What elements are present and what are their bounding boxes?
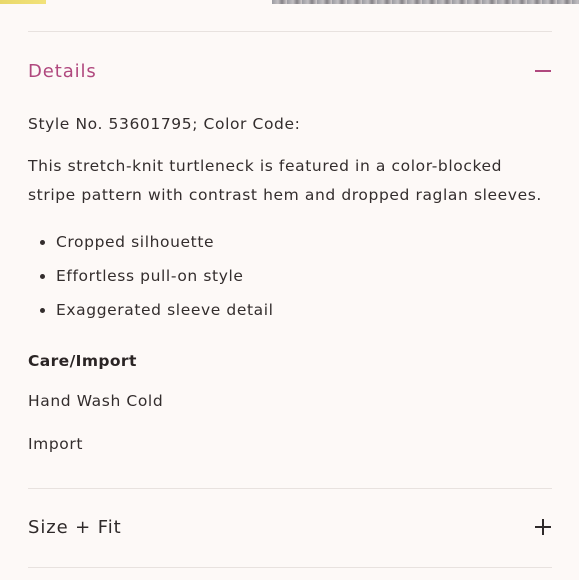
minus-icon[interactable] [534, 62, 552, 80]
care-import-heading: Care/Import [28, 352, 137, 370]
size-fit-title: Size + Fit [28, 516, 122, 538]
plus-icon[interactable] [534, 518, 552, 536]
details-title: Details [28, 60, 97, 82]
divider-top [28, 31, 552, 32]
product-thumbnail-right[interactable] [272, 0, 579, 4]
divider-middle [28, 488, 552, 489]
feature-item: Cropped silhouette [28, 229, 552, 263]
size-fit-accordion-header[interactable]: Size + Fit [28, 507, 552, 547]
feature-list: Cropped silhouette Effortless pull-on st… [28, 229, 552, 331]
care-instruction: Hand Wash Cold [28, 392, 164, 410]
style-number: Style No. 53601795; Color Code: [28, 115, 301, 133]
product-description: This stretch-knit turtleneck is featured… [28, 157, 542, 204]
product-image-strip [0, 0, 579, 4]
feature-item: Exaggerated sleeve detail [28, 297, 552, 331]
feature-item: Effortless pull-on style [28, 263, 552, 297]
import-info: Import [28, 435, 84, 453]
divider-bottom [28, 567, 552, 568]
product-thumbnail-left[interactable] [0, 0, 46, 4]
details-accordion-header[interactable]: Details [28, 51, 552, 91]
